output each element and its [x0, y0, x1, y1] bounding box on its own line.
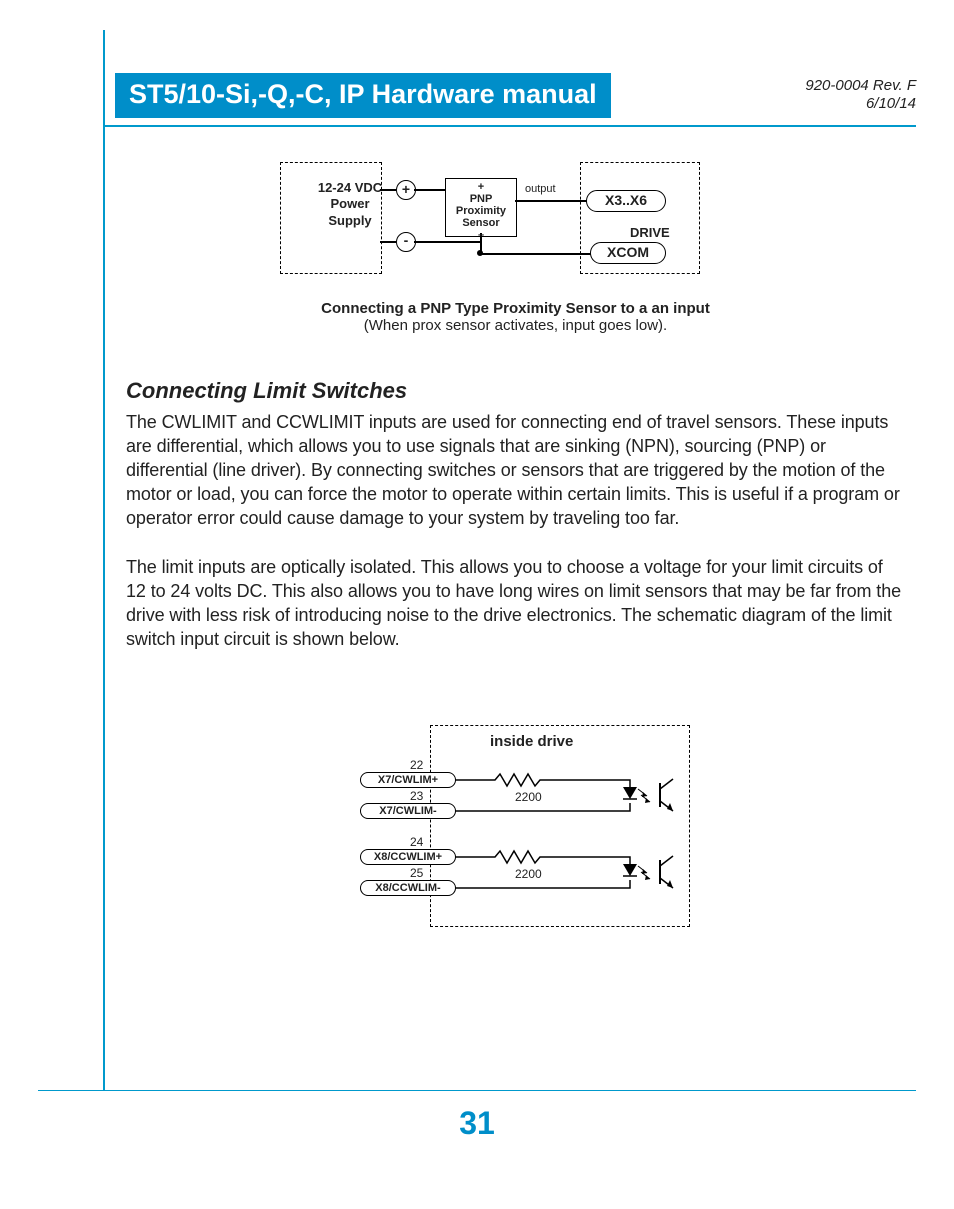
minus-terminal-icon: - — [396, 232, 416, 252]
pin-22-num: 22 — [410, 758, 423, 772]
diagram1-caption-bold: Connecting a PNP Type Proximity Sensor t… — [115, 300, 916, 317]
rev-info: 920-0004 Rev. F 6/10/14 — [805, 77, 916, 113]
resistor-1-value: 2200 — [515, 790, 542, 804]
section-heading: Connecting Limit Switches — [126, 378, 904, 404]
pin-25-label: X8/CCWLIM- — [360, 880, 456, 896]
pin-23-num: 23 — [410, 789, 423, 803]
sensor-label: PNP Proximity Sensor — [446, 193, 516, 229]
x3-x6-terminal: X3..X6 — [586, 190, 666, 212]
pin-22-label: X7/CWLIM+ — [360, 772, 456, 788]
rev-line: 920-0004 Rev. F — [805, 77, 916, 95]
pnp-sensor-box: + PNP Proximity Sensor – — [445, 178, 517, 237]
page-number: 31 — [0, 1105, 954, 1142]
limit-switch-section: Connecting Limit Switches The CWLIMIT an… — [126, 378, 904, 675]
plus-terminal-icon: + — [396, 180, 416, 200]
pin-24-num: 24 — [410, 835, 423, 849]
power-supply-label: 12-24 VDC Power Supply — [310, 180, 390, 229]
drive-label: DRIVE — [630, 225, 670, 240]
paragraph-2: The limit inputs are optically isolated.… — [126, 555, 904, 651]
sensor-plus: + — [446, 181, 516, 193]
pin-23-label: X7/CWLIM- — [360, 803, 456, 819]
sensor-minus: – — [446, 229, 516, 241]
rev-date: 6/10/14 — [805, 95, 916, 113]
resistor-2-value: 2200 — [515, 867, 542, 881]
output-label: output — [525, 183, 556, 195]
pin-24-label: X8/CCWLIM+ — [360, 849, 456, 865]
limit-switch-schematic: inside drive 22 X7/CWLIM+ 23 X7/CWLIM- 2… — [370, 725, 690, 935]
manual-title: ST5/10-Si,-Q,-C, IP Hardware manual — [115, 73, 611, 118]
paragraph-1: The CWLIMIT and CCWLIMIT inputs are used… — [126, 410, 904, 531]
inside-drive-label: inside drive — [490, 733, 573, 750]
diagram1-caption-sub: (When prox sensor activates, input goes … — [115, 317, 916, 334]
pnp-sensor-diagram: 12-24 VDC Power Supply DRIVE + - + PNP P… — [280, 150, 700, 290]
pin-25-num: 25 — [410, 866, 423, 880]
xcom-terminal: XCOM — [590, 242, 666, 264]
